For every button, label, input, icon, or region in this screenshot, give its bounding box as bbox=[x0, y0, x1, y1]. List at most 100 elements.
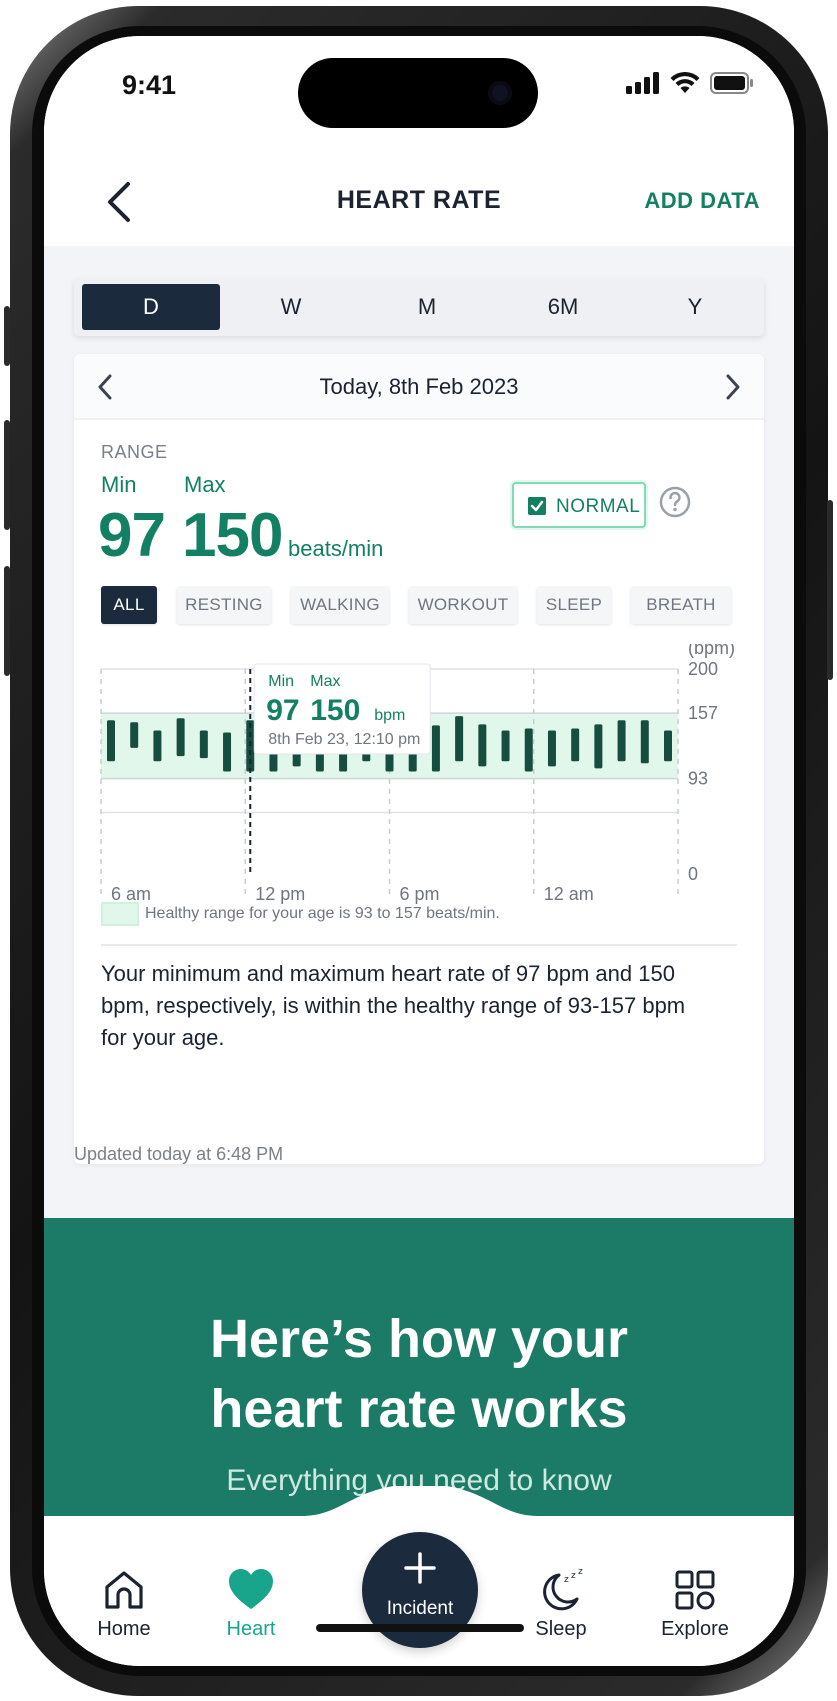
signal-icon bbox=[626, 72, 659, 94]
x-tick-label: 12 pm bbox=[255, 884, 305, 904]
nav-explore-label: Explore bbox=[661, 1618, 729, 1640]
unit-label: beats/min bbox=[288, 536, 384, 561]
data-bar bbox=[501, 730, 510, 762]
heart-icon bbox=[229, 1569, 273, 1609]
healthy-range-legend: Healthy range for your age is 93 to 157 … bbox=[145, 905, 500, 922]
battery-icon bbox=[710, 72, 753, 94]
heart-rate-chart: (bpm) 200 157 93 0 6 am 12 pm 6 pm 12 am Min Max 97… bbox=[74, 644, 764, 914]
status-bar: 9:41 bbox=[44, 36, 794, 156]
data-bar bbox=[664, 730, 672, 762]
healthy-range-swatch bbox=[101, 902, 139, 926]
svg-text:z: z bbox=[564, 1575, 569, 1585]
tooltip-max-label: Max bbox=[310, 673, 340, 690]
tab-week[interactable]: W bbox=[222, 284, 360, 330]
data-bar bbox=[130, 722, 139, 748]
svg-text:z: z bbox=[571, 1571, 576, 1581]
info-banner-title-line2: heart rate works bbox=[210, 1379, 628, 1439]
status-icons bbox=[626, 72, 754, 94]
data-bar bbox=[594, 724, 603, 769]
dynamic-island bbox=[298, 58, 538, 128]
nav-home-label: Home bbox=[97, 1618, 151, 1640]
nav-home[interactable]: Home bbox=[59, 1566, 189, 1641]
summary-text: Your minimum and maximum heart rate of 9… bbox=[101, 961, 686, 1050]
info-banner-title-line1: Here’s how your bbox=[209, 1309, 629, 1369]
filter-breath[interactable]: BREATH bbox=[631, 586, 731, 624]
status-badge: NORMAL bbox=[512, 482, 646, 528]
grid-icon bbox=[675, 1570, 715, 1610]
status-badge-label: NORMAL bbox=[556, 496, 641, 517]
add-data-button[interactable]: ADD DATA bbox=[644, 188, 760, 214]
filter-sleep[interactable]: SLEEP bbox=[537, 586, 611, 624]
status-time: 9:41 bbox=[122, 70, 177, 100]
phone-screen: 9:41 HEART RATE ADD DATA D W M 6M Y Toda… bbox=[44, 36, 794, 1666]
data-bar bbox=[176, 718, 185, 757]
x-tick-label: 6 am bbox=[111, 884, 151, 904]
updated-timestamp: Updated today at 6:48 PM bbox=[74, 1144, 284, 1164]
camera-icon bbox=[488, 81, 512, 105]
y-tick-label: 93 bbox=[688, 769, 708, 789]
next-day-button[interactable] bbox=[722, 372, 744, 402]
home-icon bbox=[105, 1571, 143, 1609]
tooltip-max-value: 150 bbox=[310, 694, 360, 727]
filter-workout[interactable]: WORKOUT bbox=[409, 586, 517, 624]
volume-up-button bbox=[4, 420, 10, 530]
data-bar bbox=[199, 730, 208, 759]
sleep-icon: z z z bbox=[543, 1567, 583, 1611]
tab-six-months[interactable]: 6M bbox=[494, 284, 632, 330]
incident-button-label: Incident bbox=[386, 1598, 454, 1619]
data-bar bbox=[153, 730, 162, 762]
data-bar bbox=[107, 720, 115, 762]
data-bar bbox=[223, 732, 232, 772]
bottom-navigation: Home Heart Incident z z z Sleep Explore bbox=[44, 1486, 794, 1666]
data-bar bbox=[455, 716, 464, 762]
tab-month[interactable]: M bbox=[358, 284, 496, 330]
min-value: 97 bbox=[98, 501, 166, 570]
nav-explore[interactable]: Explore bbox=[630, 1566, 760, 1641]
info-banner[interactable]: Here’s how your heart rate works Everyth… bbox=[44, 1218, 794, 1518]
x-tick-label: 6 pm bbox=[400, 884, 440, 904]
y-axis-title: (bpm) bbox=[688, 644, 735, 658]
nav-heart[interactable]: Heart bbox=[186, 1566, 316, 1641]
y-tick-label: 200 bbox=[688, 659, 718, 679]
power-button bbox=[827, 500, 833, 680]
volume-down-button bbox=[4, 566, 10, 676]
max-value: 150 bbox=[182, 501, 283, 570]
help-icon[interactable] bbox=[659, 486, 691, 518]
svg-text:z: z bbox=[578, 1567, 583, 1577]
tab-day[interactable]: D bbox=[82, 284, 220, 330]
check-icon bbox=[528, 497, 546, 515]
app-header: HEART RATE ADD DATA bbox=[44, 156, 794, 246]
y-tick-label: 0 bbox=[688, 864, 698, 884]
date-label: Today, 8th Feb 2023 bbox=[319, 374, 519, 399]
period-tabs: D W M 6M Y bbox=[74, 278, 764, 336]
range-label: RANGE bbox=[101, 442, 168, 462]
divider bbox=[101, 944, 737, 946]
tooltip-unit: bpm bbox=[374, 707, 405, 724]
tooltip-datetime: 8th Feb 23, 12:10 pm bbox=[268, 731, 420, 748]
min-label: Min bbox=[101, 472, 137, 497]
tooltip-min-value: 97 bbox=[266, 694, 299, 727]
home-indicator bbox=[316, 1624, 524, 1632]
filter-all[interactable]: ALL bbox=[101, 586, 157, 624]
data-bar bbox=[617, 720, 626, 762]
data-bar bbox=[478, 724, 487, 767]
y-tick-label: 157 bbox=[688, 703, 718, 723]
filter-resting[interactable]: RESTING bbox=[177, 586, 271, 624]
data-bar bbox=[571, 728, 580, 762]
data-bar bbox=[547, 730, 556, 767]
wifi-icon bbox=[670, 72, 700, 93]
tab-year[interactable]: Y bbox=[626, 284, 764, 330]
data-bar bbox=[640, 720, 649, 764]
activity-filters: ALL RESTING WALKING WORKOUT SLEEP BREATH bbox=[101, 586, 751, 626]
info-banner-title: Here’s how your heart rate works bbox=[44, 1304, 794, 1444]
x-tick-label: 12 am bbox=[544, 884, 594, 904]
tooltip-min-label: Min bbox=[268, 673, 294, 690]
data-bar bbox=[524, 728, 533, 772]
data-bar bbox=[431, 725, 440, 772]
date-navigator: Today, 8th Feb 2023 bbox=[74, 354, 764, 420]
nav-heart-label: Heart bbox=[226, 1618, 276, 1640]
filter-walking[interactable]: WALKING bbox=[291, 586, 389, 624]
action-button bbox=[4, 306, 10, 366]
heart-rate-card: Today, 8th Feb 2023 RANGE Min Max 97 150… bbox=[74, 354, 764, 1164]
max-label: Max bbox=[184, 472, 226, 497]
